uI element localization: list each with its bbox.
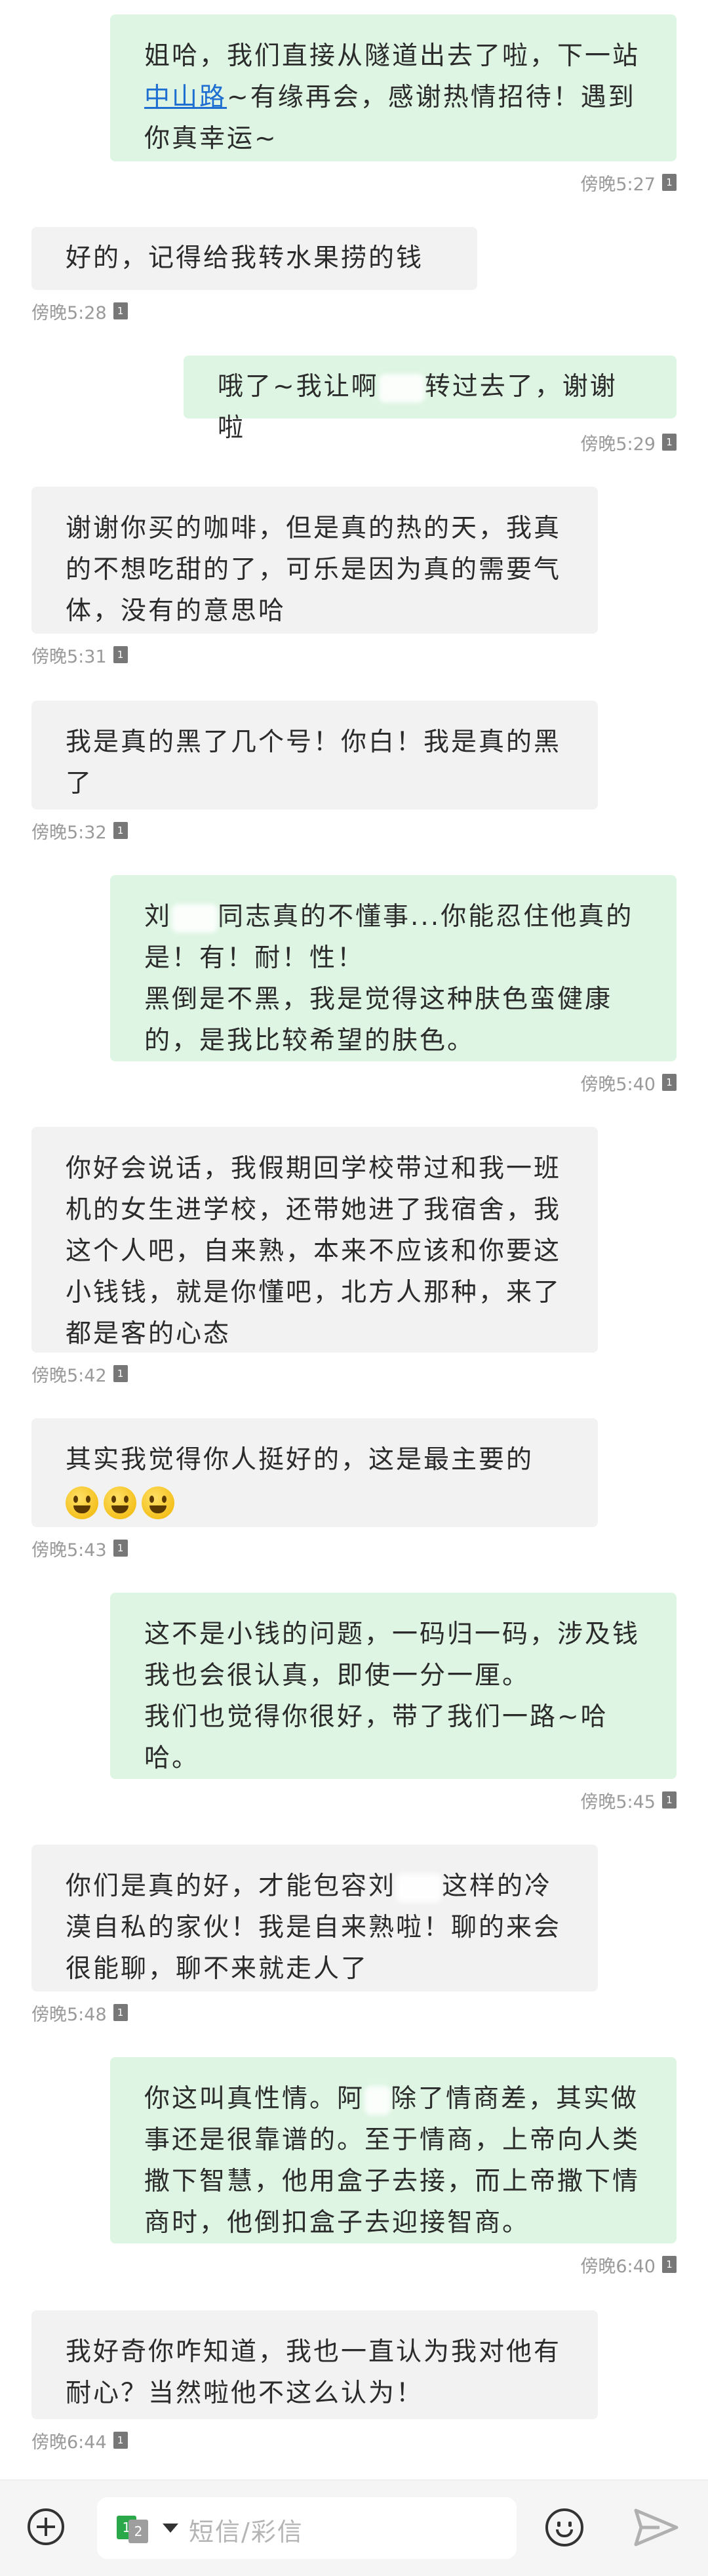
message-bubble-outgoing[interactable]: 刘同志真的不懂事...你能忍住他真的是！有！耐！性！ 黑倒是不黑，我是觉得这种肤…	[110, 875, 677, 1061]
timestamp: 傍晚5:43	[31, 1540, 107, 1561]
redacted-name	[378, 373, 425, 403]
message-bubble-incoming[interactable]: 我好奇你咋知道，我也一直认为我对他有耐心？当然啦他不这么认为！	[31, 2310, 598, 2419]
sim-icon: 1	[662, 1074, 677, 1091]
send-icon[interactable]	[633, 2506, 679, 2548]
sim-secondary-label: 2	[128, 2520, 148, 2543]
timestamp: 傍晚5:48	[31, 2004, 107, 2025]
message-meta: 傍晚5:31 1	[31, 644, 128, 667]
sim-icon: 1	[662, 434, 677, 451]
timestamp: 傍晚5:31	[31, 646, 107, 667]
message-text: 谢谢你买的咖啡，但是真的热的天，我真的不想吃甜的了，可乐是因为真的需要气体，没有…	[66, 514, 562, 626]
message-meta: 傍晚5:48 1	[31, 2002, 128, 2025]
message-thread: 姐哈，我们直接从隧道出去了啦，下一站中山路~有缘再会，感谢热情招待！遇到你真幸运…	[0, 0, 708, 2480]
message-bubble-incoming[interactable]: 其实我觉得你人挺好的，这是最主要的	[31, 1418, 598, 1527]
sim-icon: 1	[113, 2004, 128, 2021]
sim-icon: 1	[113, 302, 128, 319]
grinning-face-emoji	[142, 1486, 174, 1519]
message-meta: 傍晚5:40 1	[580, 1072, 677, 1095]
sim-icon: 1	[662, 174, 677, 191]
message-meta: 傍晚6:40 1	[580, 2254, 677, 2277]
message-meta: 傍晚5:42 1	[31, 1363, 128, 1386]
timestamp: 傍晚5:40	[580, 1074, 656, 1095]
message-text: 你们是真的好，才能包容刘	[66, 1871, 397, 1901]
message-text: 刘	[144, 902, 172, 931]
location-link[interactable]: 中山路	[144, 83, 227, 112]
message-bubble-outgoing[interactable]: 这不是小钱的问题，一码归一码，涉及钱我也会很认真，即使一分一厘。 我们也觉得你很…	[110, 1593, 677, 1779]
sim-switch-icon[interactable]: 1 2	[117, 2516, 153, 2543]
grinning-face-emoji	[104, 1486, 136, 1519]
message-meta: 傍晚5:45 1	[580, 1789, 677, 1812]
message-bubble-outgoing[interactable]: 姐哈，我们直接从隧道出去了啦，下一站中山路~有缘再会，感谢热情招待！遇到你真幸运…	[110, 14, 677, 161]
message-bubble-outgoing[interactable]: 你这叫真性情。阿 除了情商差，其实做事还是很靠谱的。至于情商，上帝向人类撒下智慧，…	[110, 2057, 677, 2243]
message-input[interactable]: 1 2 短信/彩信	[97, 2497, 517, 2559]
message-meta: 傍晚6:44 1	[31, 2430, 128, 2453]
message-text: 你好会说话，我假期回学校带过和我一班机的女生进学校，还带她进了我宿舍，我这个人吧…	[66, 1154, 562, 1349]
sim-icon: 1	[662, 2256, 677, 2273]
add-icon[interactable]	[28, 2508, 64, 2545]
sim-icon: 1	[113, 1540, 128, 1557]
message-meta: 傍晚5:28 1	[31, 300, 128, 323]
timestamp: 傍晚5:32	[31, 822, 107, 843]
message-text: 你这叫真性情。阿	[144, 2084, 365, 2114]
message-composer: 1 2 短信/彩信	[0, 2480, 708, 2576]
message-text: 我好奇你咋知道，我也一直认为我对他有耐心？当然啦他不这么认为！	[66, 2337, 562, 2408]
grinning-face-emoji	[66, 1486, 98, 1519]
message-bubble-incoming[interactable]: 谢谢你买的咖啡，但是真的热的天，我真的不想吃甜的了，可乐是因为真的需要气体，没有…	[31, 487, 598, 634]
message-bubble-incoming[interactable]: 我是真的黑了几个号！你白！我是真的黑了	[31, 701, 598, 809]
message-text: 这不是小钱的问题，一码归一码，涉及钱我也会很认真，即使一分一厘。 我们也觉得你很…	[144, 1620, 640, 1773]
timestamp: 傍晚5:27	[580, 174, 656, 195]
sim-icon: 1	[113, 1365, 128, 1382]
message-text: 我是真的黑了几个号！你白！我是真的黑了	[66, 727, 562, 798]
timestamp: 傍晚6:44	[31, 2432, 107, 2453]
timestamp: 傍晚5:29	[580, 434, 656, 455]
timestamp: 傍晚5:28	[31, 302, 107, 323]
chevron-down-icon[interactable]	[163, 2524, 178, 2533]
message-bubble-incoming[interactable]: 你好会说话，我假期回学校带过和我一班机的女生进学校，还带她进了我宿舍，我这个人吧…	[31, 1127, 598, 1353]
sim-icon: 1	[113, 2432, 128, 2449]
emoji-icon[interactable]	[545, 2508, 583, 2546]
message-meta: 傍晚5:43 1	[31, 1538, 128, 1561]
input-placeholder: 短信/彩信	[189, 2518, 304, 2546]
timestamp: 傍晚5:45	[580, 1791, 656, 1812]
message-bubble-incoming[interactable]: 好的，记得给我转水果捞的钱	[31, 227, 477, 290]
sim-icon: 1	[113, 822, 128, 839]
message-text: 姐哈，我们直接从隧道出去了啦，下一站	[144, 41, 640, 71]
redacted-name	[364, 2085, 391, 2115]
message-bubble-incoming[interactable]: 你们是真的好，才能包容刘 这样的冷漠自私的家伙！我是自来熟啦！聊的来会很能聊，聊不…	[31, 1845, 598, 1992]
message-text: 其实我觉得你人挺好的，这是最主要的	[66, 1445, 534, 1475]
timestamp: 傍晚5:42	[31, 1365, 107, 1386]
sim-icon: 1	[662, 1791, 677, 1809]
message-bubble-outgoing[interactable]: 哦了~我让啊 转过去了，谢谢啦	[184, 356, 677, 443]
message-text: 好的，记得给我转水果捞的钱	[66, 243, 424, 273]
timestamp: 傍晚6:40	[580, 2256, 656, 2277]
message-meta: 傍晚5:32 1	[31, 820, 128, 843]
redacted-name	[172, 903, 218, 933]
sim-icon: 1	[113, 646, 128, 663]
redacted-name	[396, 1873, 442, 1902]
message-text: 哦了~我让啊	[218, 372, 379, 401]
message-meta: 傍晚5:29 1	[580, 432, 677, 455]
message-meta: 傍晚5:27 1	[580, 172, 677, 195]
